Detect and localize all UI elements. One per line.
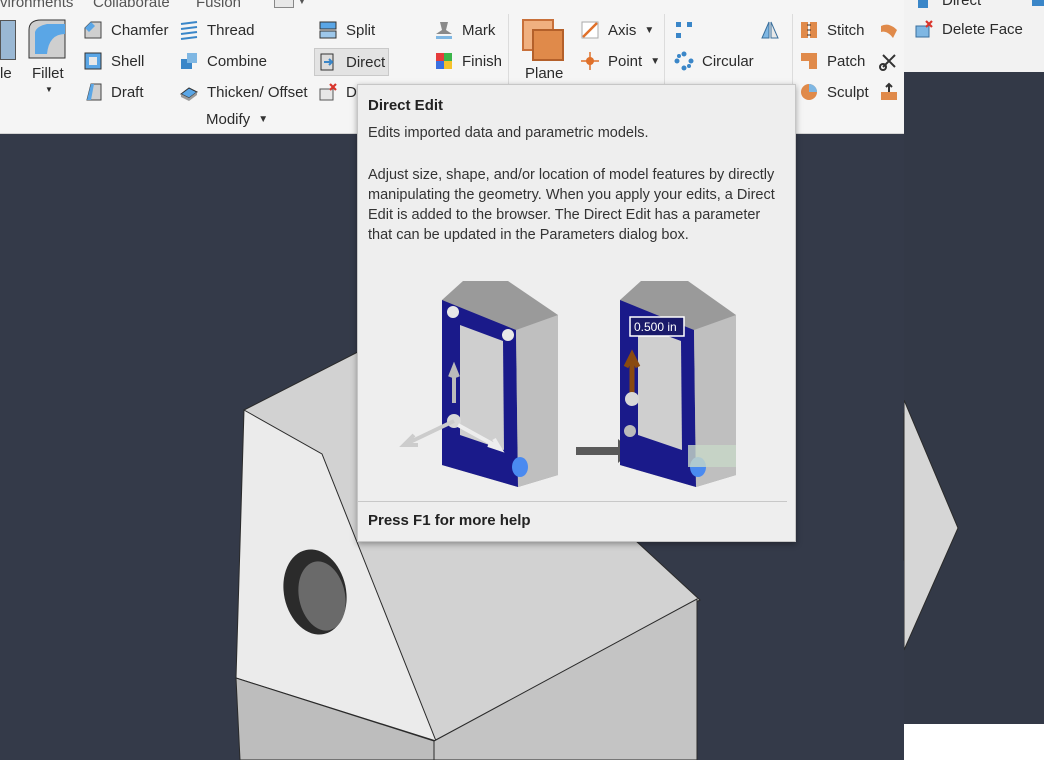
plane-button[interactable] <box>521 18 565 62</box>
axis-icon <box>580 20 600 40</box>
hole-large-icon[interactable] <box>0 20 16 60</box>
draft-icon <box>83 82 103 102</box>
direct-menu-item[interactable]: Direct <box>914 0 981 13</box>
fillet-button[interactable] <box>27 18 69 60</box>
direct-edit-button[interactable]: Direct <box>314 48 390 76</box>
patch-button[interactable]: Patch <box>799 48 865 74</box>
point-button[interactable]: Point ▼ <box>580 48 660 74</box>
modify-dropdown-icon: ▼ <box>258 113 269 125</box>
thicken-icon <box>179 82 199 102</box>
model-right-block-face <box>904 400 959 651</box>
ribbon-tab-strip: vironments Collaborate Fusion ▼ <box>0 0 904 12</box>
mirror-icon <box>760 20 780 40</box>
thicken-offset-button[interactable]: Thicken/ Offset <box>179 79 308 105</box>
tooltip-description: Adjust size, shape, and/or location of m… <box>368 167 775 243</box>
delete-face-menu-item[interactable]: Delete Face <box>914 16 1023 42</box>
circular-pattern-button[interactable]: Circular <box>674 48 754 74</box>
mark-button[interactable]: Mark <box>434 17 495 43</box>
combine-button[interactable]: Combine <box>179 48 267 74</box>
delete-face-button[interactable]: D <box>318 79 357 105</box>
split-button[interactable]: Split <box>318 17 375 43</box>
direct-edit-tooltip: Direct Edit Edits imported data and para… <box>357 84 796 542</box>
combine-icon <box>179 51 199 71</box>
mark-icon <box>434 20 454 40</box>
fillet-label[interactable]: Fillet <box>32 65 64 82</box>
part-after-image: 0.500 in <box>620 281 736 487</box>
axis-button[interactable]: Axis ▼ <box>580 17 654 43</box>
sculpt-icon <box>799 82 819 102</box>
chamfer-button[interactable]: Chamfer <box>83 17 169 43</box>
mirror-button[interactable] <box>760 17 788 43</box>
direct-icon <box>914 0 934 10</box>
modify-group-label[interactable]: Modify ▼ <box>206 108 268 130</box>
ruled-surface-button[interactable] <box>879 17 907 43</box>
extend-icon <box>879 82 899 102</box>
rectangular-pattern-button[interactable] <box>674 17 702 43</box>
thread-button[interactable]: Thread <box>179 17 255 43</box>
rectangular-pattern-icon <box>674 20 694 40</box>
quick-access-dropdown-icon[interactable]: ▼ <box>297 0 307 7</box>
tooltip-title: Direct Edit <box>368 97 444 114</box>
stitch-icon <box>799 20 819 40</box>
fillet-dropdown-icon[interactable]: ▼ <box>45 85 53 94</box>
patch-icon <box>799 51 819 71</box>
direct-edit-icon <box>318 52 338 72</box>
tab-collaborate[interactable]: Collaborate <box>93 0 170 11</box>
point-dropdown-icon[interactable]: ▼ <box>650 56 660 67</box>
finish-button[interactable]: Finish <box>434 48 502 74</box>
part-before-image <box>399 281 558 487</box>
split-icon <box>318 20 338 40</box>
point-icon <box>580 51 600 71</box>
trim-icon <box>879 51 899 71</box>
sculpt-button[interactable]: Sculpt <box>799 79 869 105</box>
axis-dropdown-icon[interactable]: ▼ <box>644 25 654 36</box>
hole-label: le <box>0 65 12 82</box>
shell-button[interactable]: Shell <box>83 48 144 74</box>
plane-icon <box>522 19 564 61</box>
tab-environments[interactable]: vironments <box>0 0 73 11</box>
delete-face-small-icon <box>318 82 338 102</box>
tooltip-footer: Press F1 for more help <box>368 512 531 529</box>
shell-icon <box>83 51 103 71</box>
trim-button[interactable] <box>879 48 907 74</box>
stitch-button[interactable]: Stitch <box>799 17 865 43</box>
extend-button[interactable] <box>879 79 907 105</box>
delete-face-icon <box>914 19 934 39</box>
right-panel: Direct Delete Face <box>904 0 1044 760</box>
tab-fusion[interactable]: Fusion <box>196 0 241 11</box>
tooltip-illustration: 0.500 in <box>399 281 736 487</box>
ruled-surface-icon <box>879 20 899 40</box>
plane-label[interactable]: Plane <box>525 65 563 82</box>
fillet-icon <box>28 19 66 59</box>
quick-access-icon[interactable] <box>274 0 294 8</box>
tooltip-divider <box>358 501 787 502</box>
thread-icon <box>179 20 199 40</box>
circular-pattern-icon <box>674 51 694 71</box>
chamfer-icon <box>83 20 103 40</box>
finish-icon <box>434 51 454 71</box>
tooltip-summary: Edits imported data and parametric model… <box>368 125 649 141</box>
dimension-label: 0.500 in <box>634 320 677 334</box>
draft-button[interactable]: Draft <box>83 79 144 105</box>
